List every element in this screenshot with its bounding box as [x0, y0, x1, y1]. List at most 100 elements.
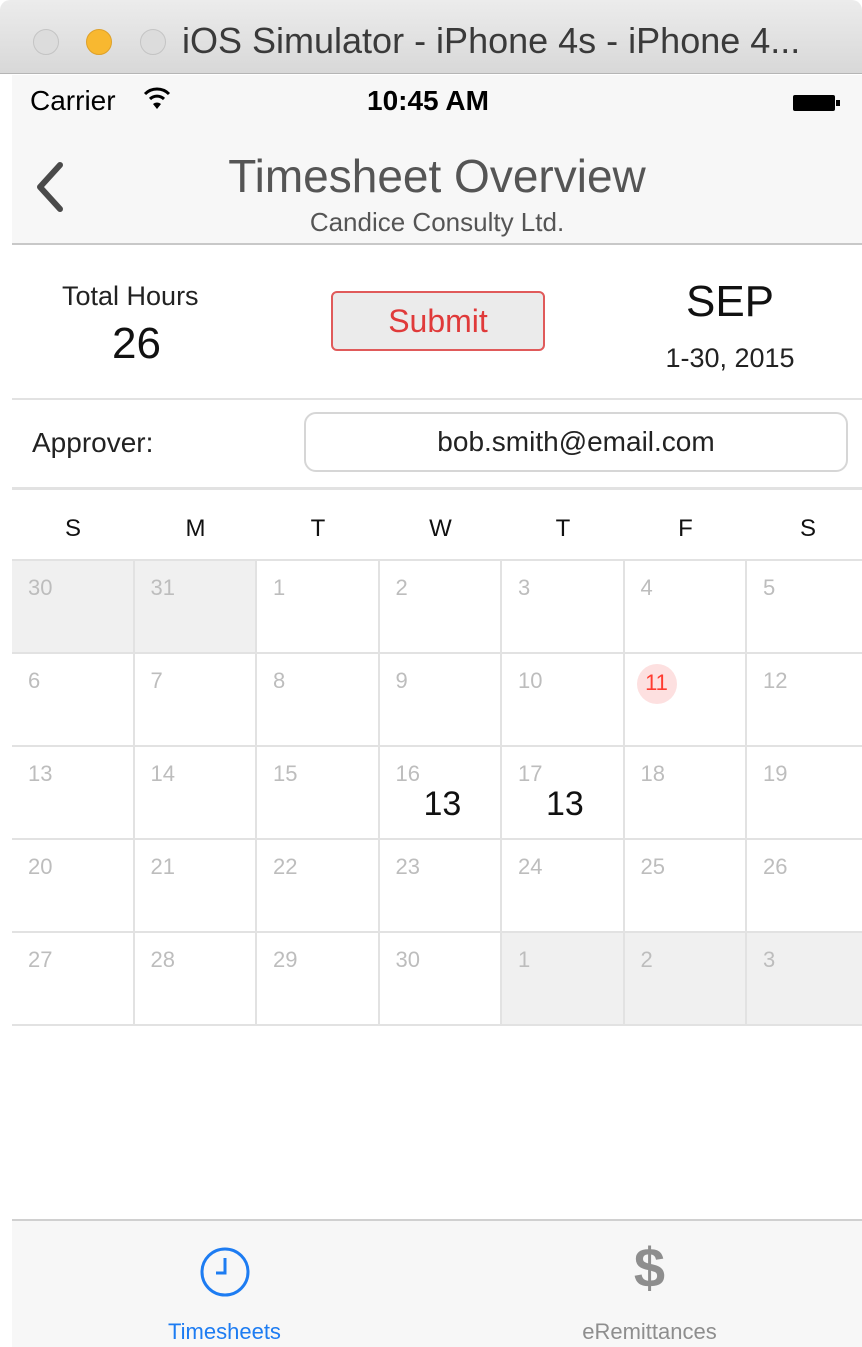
wifi-icon: [143, 87, 171, 109]
calendar-day-cell[interactable]: 20: [12, 840, 135, 933]
calendar-day-cell[interactable]: 21: [134, 840, 257, 933]
weekday-label: T: [555, 515, 571, 542]
day-number: 6: [28, 668, 41, 693]
tab-label-eremittances: eRemittances: [582, 1319, 717, 1344]
calendar-day-cell[interactable]: 1: [257, 561, 380, 654]
calendar-day-cell[interactable]: 1: [502, 933, 625, 1026]
window-minimize-button[interactable]: [86, 29, 112, 55]
calendar-day-cell[interactable]: 25: [624, 840, 747, 933]
calendar-day-cell[interactable]: 12: [747, 654, 862, 747]
total-hours-label: Total Hours: [62, 281, 199, 311]
calendar-day-cell[interactable]: 31: [134, 561, 257, 654]
calendar-day-cell[interactable]: 14: [134, 747, 257, 840]
day-number: 26: [763, 854, 788, 879]
day-hours: 13: [546, 785, 584, 823]
day-number: 1: [518, 947, 531, 972]
total-hours-value: 26: [112, 319, 161, 368]
status-bar: Carrier 10:45 AM: [12, 75, 862, 127]
calendar-day-cell[interactable]: 13: [12, 747, 135, 840]
day-number: 13: [28, 761, 53, 786]
day-number: 14: [150, 761, 175, 786]
window-title: iOS Simulator - iPhone 4s - iPhone 4...: [182, 20, 801, 61]
weekday-label: F: [678, 515, 693, 542]
timesheet-summary: Total Hours 26 Submit SEP 1-30, 2015: [12, 245, 862, 400]
calendar-day-cell[interactable]: 5: [747, 561, 862, 654]
page-subtitle: Candice Consulty Ltd.: [309, 207, 565, 237]
day-number: 18: [640, 761, 665, 786]
calendar-day-cell[interactable]: 17 13: [502, 747, 625, 840]
window-close-button[interactable]: [33, 29, 59, 55]
calendar-day-cell[interactable]: 30: [379, 933, 502, 1026]
calendar-day-cell[interactable]: 16 13: [379, 747, 502, 840]
weekday-label: S: [799, 515, 816, 542]
battery-icon: [793, 95, 840, 111]
day-number: 20: [28, 854, 53, 879]
day-number: 19: [763, 761, 788, 786]
day-number: 27: [28, 947, 53, 972]
calendar-day-cell[interactable]: 27: [12, 933, 135, 1026]
tab-bar: Timesheets $ eRemittances: [12, 1219, 862, 1347]
weekday-label: W: [429, 515, 452, 542]
approver-email-field[interactable]: [304, 412, 848, 472]
calendar-day-cell[interactable]: 9: [379, 654, 502, 747]
day-number: 9: [395, 668, 408, 693]
calendar-day-cell[interactable]: 30: [12, 561, 135, 654]
day-number: 12: [763, 668, 788, 693]
day-number: 30: [395, 947, 420, 972]
day-number: 1: [273, 575, 286, 600]
day-number: 29: [273, 947, 298, 972]
calendar-day-cell[interactable]: 24: [502, 840, 625, 933]
calendar-day-cell[interactable]: 22: [257, 840, 380, 933]
day-number: 23: [395, 854, 420, 879]
calendar-day-cell[interactable]: 4: [624, 561, 747, 654]
period-range: 1-30, 2015: [665, 343, 795, 373]
status-time: 10:45 AM: [367, 85, 489, 116]
tab-label-timesheets: Timesheets: [168, 1319, 281, 1344]
day-number: 15: [273, 761, 298, 786]
day-number: 16: [395, 761, 420, 786]
calendar-day-cell[interactable]: 11: [624, 654, 747, 747]
calendar-day-cell[interactable]: 7: [134, 654, 257, 747]
day-number: 7: [150, 668, 163, 693]
page-title: Timesheet Overview: [228, 150, 646, 202]
day-number: 28: [150, 947, 175, 972]
calendar-day-cell[interactable]: 15: [257, 747, 380, 840]
day-number: 8: [273, 668, 286, 693]
day-number: 22: [273, 854, 298, 879]
calendar-day-cell[interactable]: 19: [747, 747, 862, 840]
tab-timesheets[interactable]: Timesheets: [12, 1221, 437, 1347]
calendar-day-cell[interactable]: 29: [257, 933, 380, 1026]
day-number: 30: [28, 575, 53, 600]
day-number: 17: [518, 761, 543, 786]
day-number: 3: [518, 575, 531, 600]
approver-row: Approver:: [12, 400, 862, 490]
calendar-day-cell[interactable]: 8: [257, 654, 380, 747]
tab-eremittances[interactable]: $ eRemittances: [437, 1221, 862, 1347]
calendar-day-cell[interactable]: 3: [502, 561, 625, 654]
window-zoom-button[interactable]: [140, 29, 166, 55]
clock-icon: [200, 1247, 250, 1297]
calendar-day-cell[interactable]: 10: [502, 654, 625, 747]
day-number: 2: [640, 947, 653, 972]
day-hours: 13: [423, 785, 462, 823]
dollar-icon: $: [633, 1236, 666, 1299]
calendar-day-cell[interactable]: 2: [624, 933, 747, 1026]
calendar-day-cell[interactable]: 23: [379, 840, 502, 933]
window-titlebar: iOS Simulator - iPhone 4s - iPhone 4...: [0, 0, 862, 74]
calendar-day-cell[interactable]: 6: [12, 654, 135, 747]
calendar-day-cell[interactable]: 18: [624, 747, 747, 840]
weekday-header: SMTWTFS: [12, 493, 862, 561]
day-number: 21: [150, 854, 175, 879]
calendar-day-cell[interactable]: 2: [379, 561, 502, 654]
day-number: 3: [763, 947, 776, 972]
day-number: 10: [518, 668, 543, 693]
day-number: 31: [150, 575, 175, 600]
day-number: 25: [640, 854, 665, 879]
submit-button[interactable]: Submit: [331, 291, 545, 351]
calendar-day-cell[interactable]: 28: [134, 933, 257, 1026]
weekday-label: S: [64, 515, 81, 542]
device-screen: Carrier 10:45 AM Timesheet Overview Cand…: [12, 75, 862, 1347]
calendar-day-cell[interactable]: 3: [747, 933, 862, 1026]
day-number: 2: [395, 575, 408, 600]
calendar-day-cell[interactable]: 26: [747, 840, 862, 933]
